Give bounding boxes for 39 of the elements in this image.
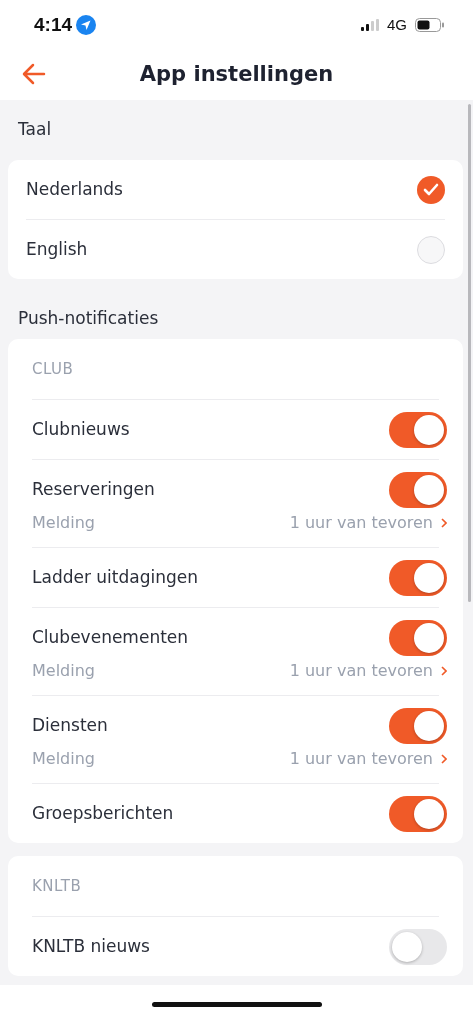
- chevron-icon: [441, 754, 447, 764]
- location-icon: [76, 15, 97, 35]
- setting-label: Clubevenementen: [32, 625, 189, 649]
- section-heading: Push-notificaties: [17, 306, 160, 330]
- setting-label: Ladder uitdagingen: [32, 565, 198, 589]
- chevron-icon: [441, 666, 447, 676]
- setting-label: Reserveringen: [32, 477, 155, 501]
- language-option[interactable]: English: [26, 236, 88, 263]
- section-heading: Taal: [17, 118, 53, 142]
- battery-icon: [415, 18, 445, 32]
- notification-value[interactable]: 1 uur van tevoren: [289, 747, 447, 771]
- setting-label: Diensten: [32, 713, 108, 737]
- notification-value[interactable]: 1 uur van tevoren: [289, 659, 447, 683]
- notification-label: Melding: [32, 748, 95, 770]
- toggle-switch[interactable]: [389, 707, 447, 744]
- check-icon: [423, 182, 439, 197]
- setting-label: KNLTB nieuws: [32, 934, 150, 958]
- notification-label: Melding: [32, 660, 95, 682]
- notification-value[interactable]: 1 uur van tevoren: [289, 511, 447, 535]
- status-time: 4:14: [34, 12, 73, 37]
- chevron-icon: [441, 518, 447, 528]
- setting-label: Groepsberichten: [32, 801, 174, 825]
- toggle-switch[interactable]: [389, 411, 447, 448]
- checked-radio[interactable]: [417, 175, 445, 204]
- back-arrow-icon[interactable]: [22, 63, 46, 85]
- toggle-switch[interactable]: [389, 928, 447, 965]
- toggle-switch[interactable]: [389, 619, 447, 656]
- setting-label: Clubnieuws: [32, 417, 130, 441]
- group-heading: KNLTB: [31, 875, 83, 897]
- toggle-switch[interactable]: [389, 471, 447, 508]
- language-option[interactable]: Nederlands: [26, 176, 123, 203]
- toggle-switch[interactable]: [389, 559, 447, 596]
- group-heading: CLUB: [31, 358, 75, 380]
- toggle-switch[interactable]: [389, 795, 447, 832]
- notification-label: Melding: [32, 512, 95, 534]
- signal-icon: [361, 19, 379, 31]
- network-label: 4G: [387, 14, 407, 35]
- radio-button[interactable]: [417, 235, 445, 264]
- page-title: App instellingen: [139, 61, 334, 89]
